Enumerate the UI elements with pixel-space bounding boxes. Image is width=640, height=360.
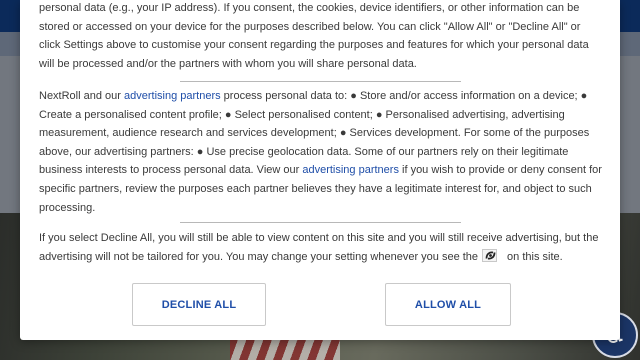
- settings-icon[interactable]: [482, 248, 498, 262]
- divider: [180, 222, 461, 223]
- divider: [180, 81, 461, 82]
- advertising-partners-link[interactable]: advertising partners: [124, 90, 221, 102]
- cookie-consent-dialog: personal data (e.g., your IP address). I…: [20, 0, 620, 340]
- partners-paragraph: NextRoll and our advertising partners pr…: [39, 87, 602, 217]
- allow-all-button[interactable]: ALLOW ALL: [385, 283, 511, 326]
- decline-all-button[interactable]: DECLINE ALL: [132, 283, 266, 326]
- advertising-partners-link[interactable]: advertising partners: [302, 164, 399, 176]
- decline-note-text: on this site.: [507, 250, 563, 263]
- consent-intro-text: personal data (e.g., your IP address). I…: [39, 2, 589, 70]
- partners-text: NextRoll and our: [39, 90, 124, 102]
- decline-note-paragraph: If you select Decline All, you will stil…: [39, 229, 602, 266]
